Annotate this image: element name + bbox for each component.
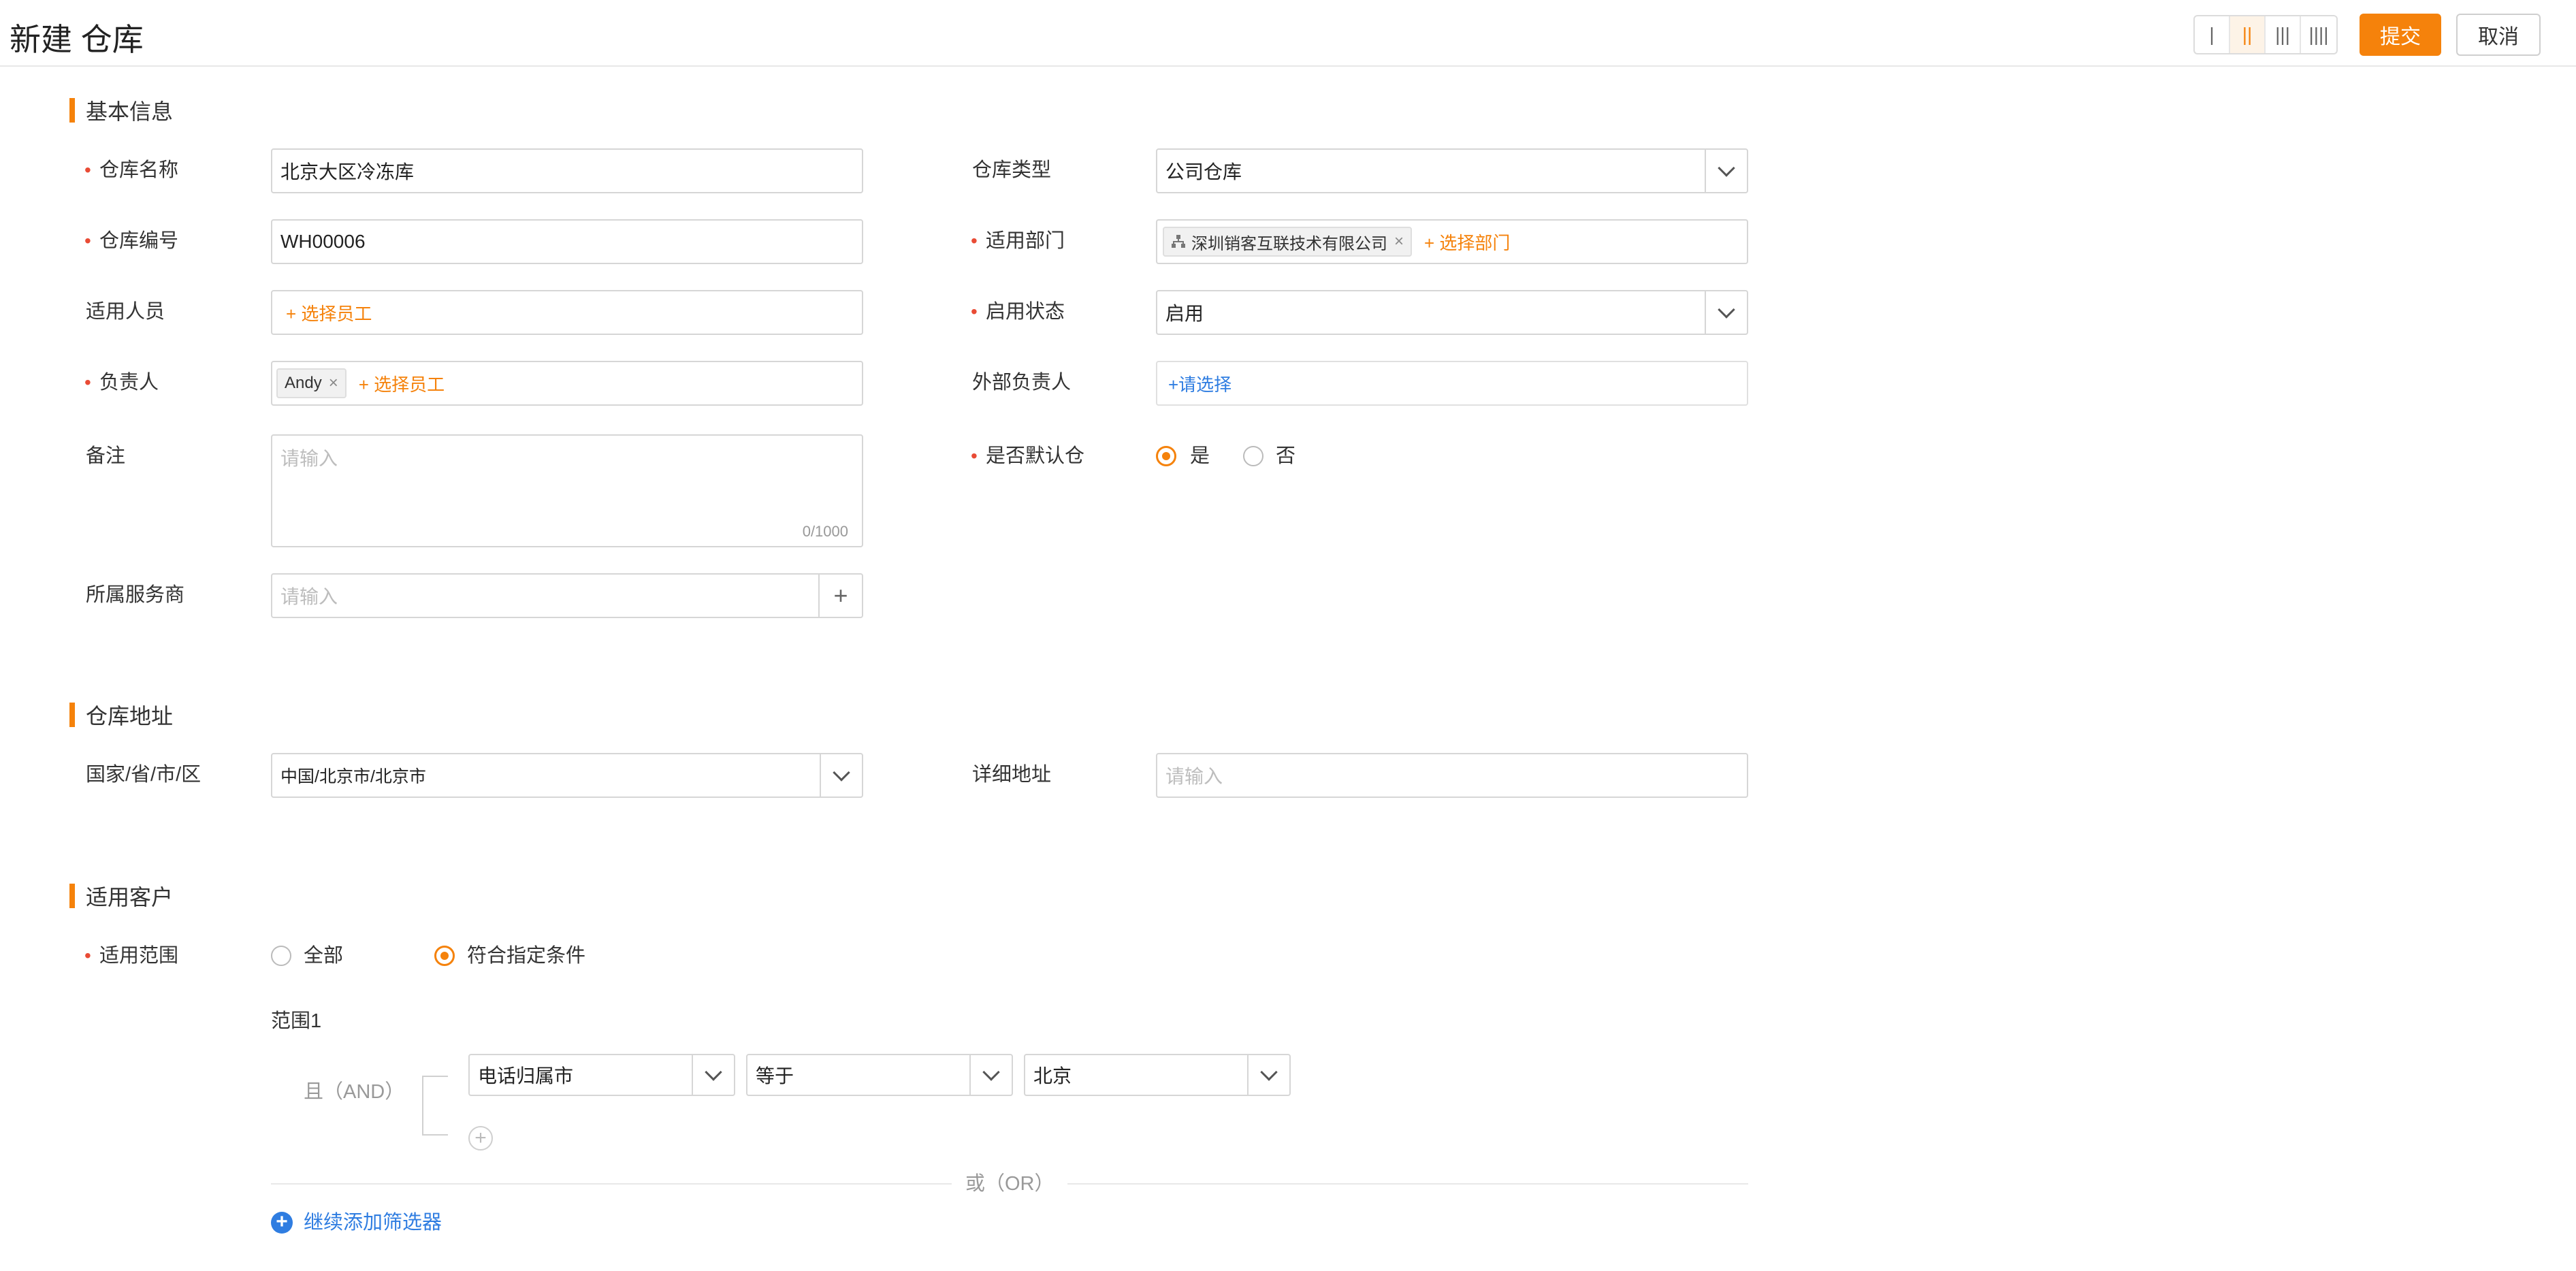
status-value: 启用 bbox=[1165, 303, 1204, 324]
warehouse-name-label: 仓库名称 bbox=[99, 158, 178, 182]
filter-value-select[interactable]: 北京 bbox=[1024, 1054, 1291, 1096]
filter-field-select[interactable]: 电话归属市 bbox=[468, 1054, 735, 1096]
warehouse-code-label: 仓库编号 bbox=[99, 229, 178, 253]
add-staff-link[interactable]: + 选择员工 bbox=[286, 300, 372, 325]
filter-operator-value: 等于 bbox=[756, 1065, 794, 1087]
layout-1-column-button[interactable]: | bbox=[2195, 16, 2230, 53]
filter-operator-select[interactable]: 等于 bbox=[746, 1054, 1013, 1096]
region-select[interactable]: 中国/北京市/北京市 bbox=[271, 753, 863, 798]
warehouse-name-input[interactable]: 北京大区冷冻库 bbox=[271, 148, 863, 193]
add-condition-icon[interactable]: + bbox=[468, 1126, 493, 1151]
section-title-basic: 基本信息 bbox=[69, 98, 173, 124]
and-bracket bbox=[422, 1076, 448, 1136]
detail-address-placeholder: 请输入 bbox=[1165, 766, 1223, 787]
and-label: 且（AND） bbox=[304, 1081, 405, 1103]
or-divider-right bbox=[1067, 1183, 1748, 1185]
add-owner-link[interactable]: + 选择员工 bbox=[359, 371, 445, 396]
warehouse-code-value: WH00006 bbox=[280, 231, 366, 252]
default-warehouse-label: 是否默认仓 bbox=[986, 444, 1084, 468]
dept-tag: 深圳销客互联技术有限公司 × bbox=[1163, 227, 1413, 257]
dept-label: 适用部门 bbox=[986, 229, 1065, 253]
chevron-down-icon bbox=[969, 1055, 1012, 1095]
add-ext-owner-link[interactable]: +请选择 bbox=[1168, 371, 1231, 396]
scope-condition-radio[interactable] bbox=[434, 946, 455, 966]
remark-textarea[interactable]: 请输入 0/1000 bbox=[271, 434, 863, 547]
scope-all-radio[interactable] bbox=[271, 946, 291, 966]
range-title: 范围1 bbox=[271, 1010, 322, 1032]
chevron-down-icon bbox=[692, 1055, 734, 1095]
add-dept-link[interactable]: + 选择部门 bbox=[1424, 229, 1510, 255]
remark-label: 备注 bbox=[86, 445, 126, 467]
region-value: 中国/北京市/北京市 bbox=[280, 767, 426, 786]
layout-column-switcher: | || ||| |||| bbox=[2193, 15, 2338, 54]
status-select[interactable]: 启用 bbox=[1156, 290, 1748, 335]
page-title: 新建 仓库 bbox=[10, 22, 144, 57]
provider-input[interactable]: 请输入 + bbox=[271, 573, 863, 618]
close-icon[interactable]: × bbox=[1394, 232, 1404, 251]
layout-2-column-button[interactable]: || bbox=[2230, 16, 2266, 53]
owner-tag: Andy × bbox=[276, 368, 347, 398]
or-label: 或（OR） bbox=[965, 1173, 1054, 1195]
default-no-label: 否 bbox=[1276, 445, 1296, 467]
status-label: 启用状态 bbox=[986, 300, 1065, 324]
section-title-customer: 适用客户 bbox=[69, 884, 173, 910]
page-header: 新建 仓库 | || ||| |||| 提交 取消 bbox=[0, 0, 2576, 67]
section-title-address: 仓库地址 bbox=[69, 703, 173, 728]
layout-3-column-button[interactable]: ||| bbox=[2266, 16, 2301, 53]
remark-char-count: 0/1000 bbox=[802, 523, 848, 540]
add-filter-link[interactable]: 继续添加筛选器 bbox=[304, 1210, 442, 1235]
ext-owner-label: 外部负责人 bbox=[972, 372, 1072, 393]
chevron-down-icon bbox=[1247, 1055, 1289, 1095]
warehouse-code-input[interactable]: WH00006 bbox=[271, 219, 863, 264]
org-icon bbox=[1172, 235, 1185, 248]
default-yes-radio[interactable] bbox=[1156, 446, 1176, 466]
scope-label: 适用范围 bbox=[99, 944, 178, 968]
owner-tag-label: Andy bbox=[285, 374, 322, 392]
or-divider-left bbox=[271, 1183, 952, 1185]
chevron-down-icon bbox=[1705, 291, 1747, 334]
remark-placeholder: 请输入 bbox=[280, 448, 338, 469]
warehouse-type-value: 公司仓库 bbox=[1165, 161, 1242, 182]
scope-condition-label: 符合指定条件 bbox=[467, 945, 586, 967]
plus-circle-icon[interactable]: + bbox=[271, 1212, 293, 1234]
layout-4-column-button[interactable]: |||| bbox=[2301, 16, 2336, 53]
filter-value-value: 北京 bbox=[1033, 1065, 1072, 1087]
warehouse-type-select[interactable]: 公司仓库 bbox=[1156, 148, 1748, 193]
scope-all-label: 全部 bbox=[304, 945, 344, 967]
submit-button[interactable]: 提交 bbox=[2360, 14, 2441, 56]
cancel-button[interactable]: 取消 bbox=[2456, 14, 2541, 56]
dept-tag-label: 深圳销客互联技术有限公司 bbox=[1191, 234, 1387, 253]
default-yes-label: 是 bbox=[1190, 445, 1210, 467]
provider-placeholder: 请输入 bbox=[280, 586, 338, 607]
staff-label: 适用人员 bbox=[86, 301, 165, 323]
chevron-down-icon bbox=[1705, 150, 1747, 192]
provider-label: 所属服务商 bbox=[86, 584, 185, 606]
chevron-down-icon bbox=[820, 754, 862, 797]
owner-label: 负责人 bbox=[99, 370, 159, 395]
add-provider-button[interactable]: + bbox=[818, 575, 862, 617]
close-icon[interactable]: × bbox=[329, 374, 338, 393]
detail-address-input[interactable]: 请输入 bbox=[1156, 753, 1748, 798]
staff-picker[interactable]: + 选择员工 bbox=[271, 290, 863, 335]
owner-picker[interactable]: Andy × + 选择员工 bbox=[271, 361, 863, 406]
default-no-radio[interactable] bbox=[1243, 446, 1263, 466]
dept-picker[interactable]: 深圳销客互联技术有限公司 × + 选择部门 bbox=[1156, 219, 1748, 264]
warehouse-name-value: 北京大区冷冻库 bbox=[280, 161, 415, 182]
ext-owner-picker[interactable]: +请选择 bbox=[1156, 361, 1748, 406]
warehouse-type-label: 仓库类型 bbox=[972, 159, 1052, 181]
filter-field-value: 电话归属市 bbox=[478, 1065, 574, 1087]
region-label: 国家/省/市/区 bbox=[86, 764, 202, 786]
detail-address-label: 详细地址 bbox=[972, 764, 1052, 786]
